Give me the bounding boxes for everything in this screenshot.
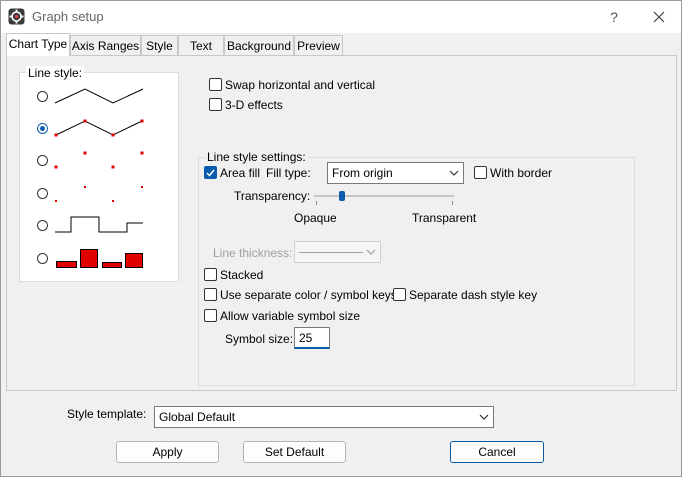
chevron-down-icon	[479, 414, 489, 420]
variable-symbol-checkbox[interactable]	[204, 309, 217, 322]
line-thickness-select[interactable]	[294, 241, 381, 263]
window-title: Graph setup	[32, 9, 104, 24]
with-border-label: With border	[490, 166, 553, 180]
line-preview-icon	[54, 88, 144, 104]
close-icon[interactable]	[645, 5, 673, 29]
line-symbols-preview-icon	[54, 119, 144, 137]
transparency-label: Transparency:	[234, 189, 311, 203]
line-style-radio-dots[interactable]	[37, 188, 48, 199]
chevron-down-icon	[449, 170, 459, 176]
line-style-radio-line[interactable]	[37, 91, 48, 102]
transparency-slider-track[interactable]	[314, 195, 454, 197]
transparency-max-label: Transparent	[412, 211, 477, 225]
transparency-min-label: Opaque	[294, 211, 337, 225]
bar-preview-icon	[56, 249, 143, 268]
separate-dash-label: Separate dash style key	[409, 288, 538, 302]
separate-color-checkbox[interactable]	[204, 288, 217, 301]
symbol-size-value: 25	[299, 331, 313, 345]
slider-tick	[316, 201, 317, 205]
transparency-slider-thumb[interactable]	[339, 191, 345, 201]
line-style-radio-bar[interactable]	[37, 253, 48, 264]
style-template-value: Global Default	[159, 410, 236, 424]
slider-tick	[452, 201, 453, 205]
stacked-checkbox[interactable]	[204, 268, 217, 281]
set-default-button[interactable]: Set Default	[243, 441, 346, 463]
line-thickness-label: Line thickness:	[213, 246, 293, 260]
with-border-checkbox[interactable]	[474, 166, 487, 179]
thickness-preview-line	[299, 252, 363, 253]
cancel-button[interactable]: Cancel	[450, 441, 544, 463]
tab-chart-type[interactable]: Chart Type	[6, 33, 70, 56]
line-style-radio-step[interactable]	[37, 220, 48, 231]
swap-axes-checkbox[interactable]	[209, 78, 222, 91]
help-button[interactable]: ?	[601, 5, 627, 29]
variable-symbol-label: Allow variable symbol size	[220, 309, 361, 323]
line-style-radio-symbols[interactable]	[37, 155, 48, 166]
line-style-settings-label: Line style settings:	[205, 150, 308, 164]
tab-style[interactable]: Style	[141, 35, 178, 55]
fill-type-value: From origin	[332, 166, 393, 180]
area-fill-checkbox[interactable]	[204, 166, 217, 179]
step-preview-icon	[55, 216, 143, 233]
dots-preview-icon	[55, 186, 143, 202]
apply-button[interactable]: Apply	[116, 441, 219, 463]
graph-setup-dialog: Graph setup ? Chart Type Axis Ranges Sty…	[0, 0, 682, 477]
separate-dash-checkbox[interactable]	[393, 288, 406, 301]
tab-background[interactable]: Background	[224, 35, 294, 55]
fill-type-select[interactable]: From origin	[327, 162, 464, 184]
line-style-radio-line-symbols[interactable]	[37, 123, 48, 134]
title-bar: Graph setup ?	[1, 1, 681, 33]
symbol-size-label: Symbol size:	[225, 332, 294, 346]
three-d-checkbox[interactable]	[209, 98, 222, 111]
stacked-label: Stacked	[220, 268, 264, 282]
symbols-preview-icon	[54, 151, 144, 169]
separate-color-label: Use separate color / symbol keys	[220, 288, 397, 302]
style-template-label: Style template:	[67, 407, 147, 421]
style-template-select[interactable]: Global Default	[154, 406, 494, 428]
fill-type-label: Fill type:	[266, 166, 311, 180]
three-d-label: 3-D effects	[225, 98, 283, 112]
checkmark-icon	[206, 169, 215, 177]
chevron-down-icon	[366, 249, 376, 255]
tab-text[interactable]: Text	[178, 35, 224, 55]
symbol-size-input[interactable]: 25	[294, 327, 330, 349]
swap-axes-label: Swap horizontal and vertical	[225, 78, 376, 92]
line-style-group-label: Line style:	[26, 66, 85, 80]
graph-app-icon	[8, 8, 25, 25]
area-fill-label: Area fill	[220, 166, 261, 180]
tab-axis-ranges[interactable]: Axis Ranges	[70, 35, 141, 55]
tab-preview[interactable]: Preview	[294, 35, 343, 55]
